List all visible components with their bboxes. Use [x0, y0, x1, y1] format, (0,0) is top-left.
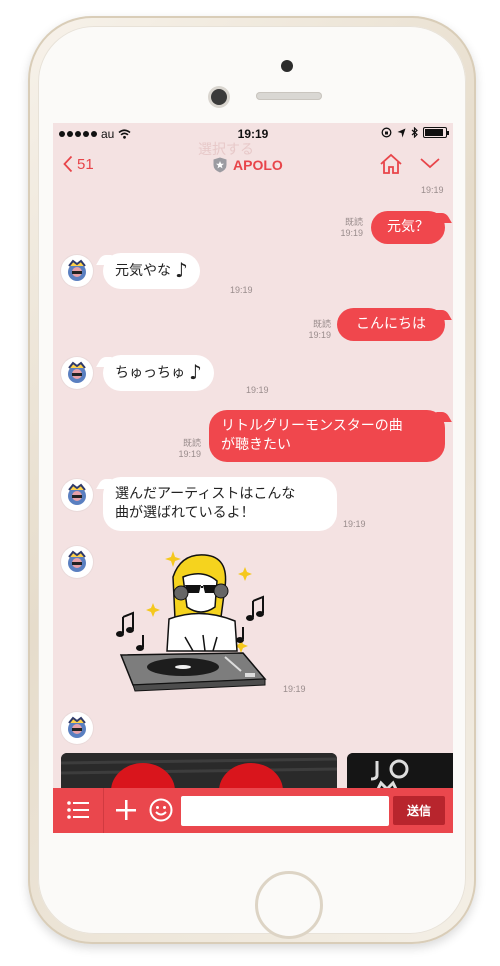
back-count: 51: [77, 155, 94, 173]
back-chevron-icon: [63, 155, 73, 173]
outgoing-message[interactable]: リトルグリーモンスターの曲 が聴きたい: [209, 410, 445, 462]
toolbar-divider: [103, 788, 104, 833]
home-button[interactable]: [255, 871, 323, 939]
earpiece-speaker: [256, 92, 322, 100]
add-button[interactable]: [115, 799, 137, 821]
avatar-character-icon: [68, 259, 86, 281]
home-button-nav[interactable]: [379, 153, 403, 179]
ghost-title: 選択する: [198, 142, 254, 158]
message-time: 19:19: [343, 519, 366, 529]
avatar[interactable]: [61, 255, 93, 287]
chat-title: APOLO: [213, 157, 283, 173]
location-icon: [397, 128, 406, 137]
status-right: [381, 127, 449, 138]
chat-input-toolbar: 送信: [53, 788, 453, 833]
message-input[interactable]: [181, 796, 389, 826]
card-image: [61, 753, 337, 791]
music-card-thumbnail[interactable]: [61, 753, 337, 791]
back-button[interactable]: 51: [63, 155, 94, 173]
front-camera: [281, 60, 293, 72]
message-time: 19:19: [283, 684, 306, 694]
outgoing-message[interactable]: 元気？: [371, 211, 445, 244]
emoji-button[interactable]: [149, 798, 173, 822]
avatar[interactable]: [61, 546, 93, 578]
battery-icon: [423, 127, 449, 138]
message-time: 19:19: [230, 285, 253, 295]
avatar-character-icon: [68, 483, 86, 505]
avatar[interactable]: [61, 712, 93, 744]
rotation-lock-icon: [381, 127, 392, 138]
chat-screen: au 19:19 選択する 51 APOLO 19:19 既読 19:19 元気…: [53, 123, 453, 833]
incoming-message[interactable]: 元気やな ♪: [103, 253, 200, 289]
read-receipt: 既読 19:19: [340, 217, 363, 238]
card-image: [347, 753, 453, 791]
incoming-message[interactable]: ちゅっちゅ ♪: [103, 355, 214, 391]
menu-button[interactable]: [67, 800, 89, 820]
avatar[interactable]: [61, 479, 93, 511]
menu-toggle-button[interactable]: [419, 155, 441, 174]
send-button[interactable]: 送信: [393, 796, 445, 825]
badge-icon: [213, 157, 227, 173]
incoming-message[interactable]: 選んだアーティストはこんな 曲が選ばれているよ！: [103, 477, 337, 531]
chat-header: 選択する 51 APOLO 19:19: [53, 142, 453, 195]
proximity-sensor: [211, 89, 227, 105]
home-icon: [380, 153, 402, 174]
avatar-character-icon: [68, 716, 86, 738]
menu-icon: [67, 801, 89, 819]
plus-icon: [116, 800, 136, 820]
bluetooth-icon: [411, 127, 418, 138]
avatar-character-icon: [68, 550, 86, 572]
message-time: 19:19: [246, 385, 269, 395]
emoji-icon: [149, 798, 173, 822]
chat-title-text: APOLO: [233, 157, 283, 173]
music-card-thumbnail[interactable]: [347, 753, 453, 791]
outgoing-message[interactable]: こんにちは: [337, 308, 445, 341]
avatar[interactable]: [61, 357, 93, 389]
chevron-down-icon: [420, 158, 440, 169]
avatar-character-icon: [68, 361, 86, 383]
message-time: 19:19: [421, 185, 444, 195]
dj-sticker-image[interactable]: [113, 547, 273, 697]
read-receipt: 既読 19:19: [178, 438, 201, 459]
read-receipt: 既読 19:19: [308, 319, 331, 340]
